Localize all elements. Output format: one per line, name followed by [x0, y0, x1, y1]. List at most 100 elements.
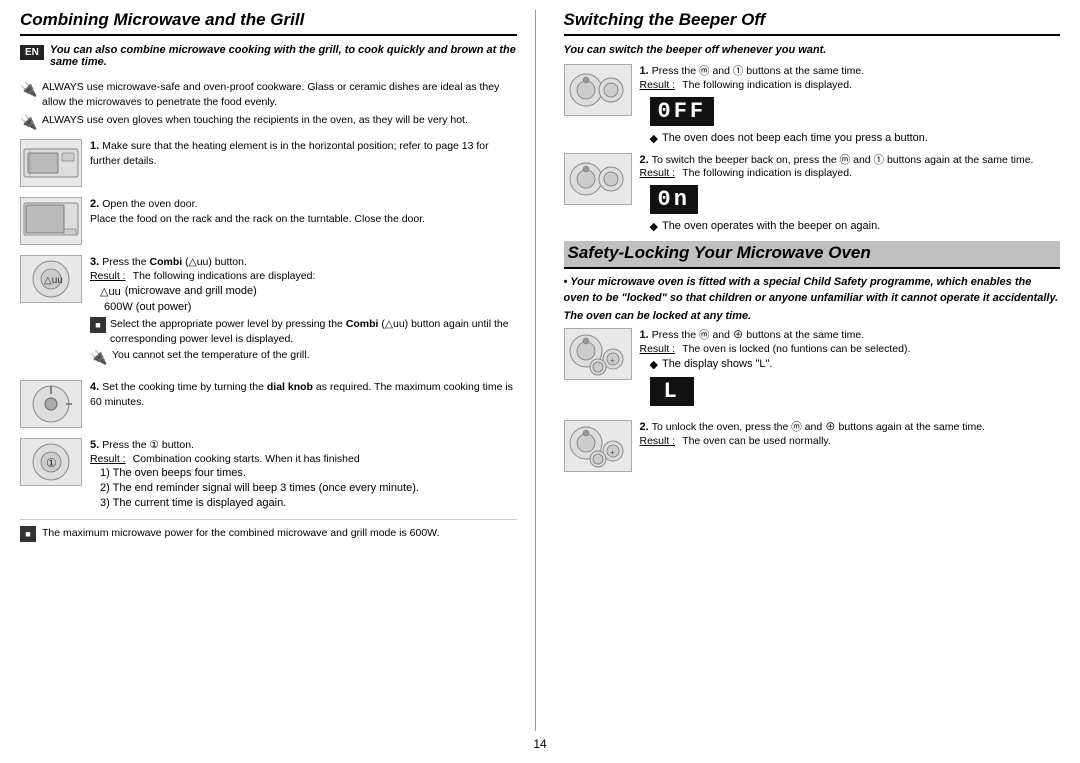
- note-2-text: ALWAYS use oven gloves when touching the…: [42, 113, 468, 128]
- step-5-result-text: Combination cooking starts. When it has …: [133, 453, 360, 465]
- step-1-content: 1. Make sure that the heating element is…: [90, 139, 517, 168]
- beeper-step-1-result-label: Result :: [640, 79, 676, 91]
- step-4-num: 4.: [90, 381, 99, 393]
- step-1-num: 1.: [90, 140, 99, 152]
- step-4-content: 4. Set the cooking time by turning the d…: [90, 380, 517, 409]
- step-5-list-1: 1) The oven beeps four times.: [100, 467, 517, 479]
- beeper-step-1-result-text: The following indication is displayed.: [682, 79, 852, 91]
- svg-text:+: +: [610, 356, 615, 365]
- step-3-num: 3.: [90, 256, 99, 268]
- note-1-text: ALWAYS use microwave-safe and oven-proof…: [42, 80, 517, 109]
- page-number: 14: [20, 731, 1060, 753]
- beeper-step-row-1: 1. Press the ⓜ and ① buttons at the same…: [564, 64, 1061, 145]
- cassette-icon-2: 🔌: [20, 114, 38, 131]
- left-intro: You can also combine microwave cooking w…: [50, 44, 517, 68]
- note-1: 🔌 ALWAYS use microwave-safe and oven-pro…: [20, 80, 517, 109]
- safety-step-2-content: 2. To unlock the oven, press the ⓜ and ⊕…: [640, 420, 1061, 447]
- beeper-step-img-1: [564, 64, 632, 116]
- step-img-2: [20, 197, 82, 245]
- right-intro: You can switch the beeper off whenever y…: [564, 44, 1061, 56]
- step-row-1: 1. Make sure that the heating element is…: [20, 139, 517, 187]
- note-2: 🔌 ALWAYS use oven gloves when touching t…: [20, 113, 517, 131]
- svg-text:+: +: [610, 448, 615, 457]
- left-column: Combining Microwave and the Grill EN You…: [20, 10, 536, 731]
- safety-step-img-2: +: [564, 420, 632, 472]
- safety-step-img-1: +: [564, 328, 632, 380]
- step-3-note2: 🔌 You cannot set the temperature of the …: [90, 348, 517, 366]
- step-2-num: 2.: [90, 198, 99, 210]
- safety-sub: The oven can be locked at any time.: [564, 310, 1061, 322]
- step-row-3: △uu 3. Press the Combi (△uu) button. Res…: [20, 255, 517, 370]
- step-5-text: Press the ① button.: [102, 439, 194, 451]
- step-2-content: 2. Open the oven door.Place the food on …: [90, 197, 517, 226]
- safety-step-row-2: + 2. To unlock the oven, press the ⓜ and…: [564, 420, 1061, 472]
- safety-step-1-result-label: Result :: [640, 343, 676, 355]
- step-row-2: 2. Open the oven door.Place the food on …: [20, 197, 517, 245]
- step-4-text: Set the cooking time by turning the dial…: [90, 381, 513, 408]
- beeper-step-2-result-text: The following indication is displayed.: [682, 167, 852, 179]
- beeper-step-2-text: To switch the beeper back on, press the …: [652, 154, 1034, 166]
- beeper-step-row-2: 2. To switch the beeper back on, press t…: [564, 153, 1061, 234]
- step-3-content: 3. Press the Combi (△uu) button. Result …: [90, 255, 517, 370]
- bottom-note-text: The maximum microwave power for the comb…: [42, 526, 439, 541]
- bottom-note: ■ The maximum microwave power for the co…: [20, 519, 517, 542]
- display-l: L: [640, 374, 1061, 409]
- safety-step-1-num: 1.: [640, 329, 649, 341]
- step-3-sub-note: ■ Select the appropriate power level by …: [90, 317, 517, 346]
- step-3-result-text: The following indications are displayed:: [133, 270, 316, 282]
- safety-step-2-text: To unlock the oven, press the ⓜ and ⊕ bu…: [652, 421, 985, 433]
- safety-title: Safety-Locking Your Microwave Oven: [564, 241, 1061, 269]
- safety-step-1-content: 1. Press the ⓜ and ⊕ buttons at the same…: [640, 328, 1061, 412]
- beeper-step-1-text: Press the ⓜ and ① buttons at the same ti…: [652, 65, 864, 77]
- safety-step-1-result-text: The oven is locked (no funtions can be s…: [682, 343, 910, 355]
- safety-bullet-1: ◆ The display shows "L".: [650, 358, 1061, 371]
- safety-step-2-result-label: Result :: [640, 435, 676, 447]
- page: Combining Microwave and the Grill EN You…: [0, 0, 1080, 763]
- beeper-step-2-result-label: Result :: [640, 167, 676, 179]
- beeper-step-2-num: 2.: [640, 154, 649, 166]
- step-5-list-2: 2) The end reminder signal will beep 3 t…: [100, 482, 517, 494]
- step-5-content: 5. Press the ① button. Result : Combinat…: [90, 438, 517, 509]
- beeper-section: Switching the Beeper Off You can switch …: [564, 10, 1061, 233]
- right-title: Switching the Beeper Off: [564, 10, 1061, 36]
- step-row-5: ① 5. Press the ① button. Result : Combin…: [20, 438, 517, 509]
- beeper-bullet-1: ◆ The oven does not beep each time you p…: [650, 132, 1061, 145]
- steps-area: 1. Make sure that the heating element is…: [20, 139, 517, 509]
- step-row-4: 4. Set the cooking time by turning the d…: [20, 380, 517, 428]
- beeper-bullet-2: ◆ The oven operates with the beeper on a…: [650, 220, 1061, 233]
- step-3-text: Press the Combi (△uu) button.: [102, 256, 247, 268]
- safety-step-2-result-text: The oven can be used normally.: [682, 435, 831, 447]
- step-5-num: 5.: [90, 439, 99, 451]
- step-img-4: [20, 380, 82, 428]
- en-badge: EN: [20, 45, 44, 60]
- beeper-step-img-2: [564, 153, 632, 205]
- step-img-3: △uu: [20, 255, 82, 303]
- beeper-step-1-num: 1.: [640, 65, 649, 77]
- bottom-note-icon: ■: [20, 526, 36, 542]
- display-on: 0n: [640, 182, 1061, 217]
- beeper-step-1-content: 1. Press the ⓜ and ① buttons at the same…: [640, 64, 1061, 145]
- safety-step-2-num: 2.: [640, 421, 649, 433]
- safety-step-row-1: + 1. Press the ⓜ and ⊕ buttons at the sa…: [564, 328, 1061, 412]
- cassette-icon-1: 🔌: [20, 81, 38, 98]
- safety-intro: • Your microwave oven is fitted with a s…: [564, 275, 1061, 306]
- left-title: Combining Microwave and the Grill: [20, 10, 517, 36]
- svg-text:①: ①: [46, 456, 57, 470]
- safety-section: Safety-Locking Your Microwave Oven • You…: [564, 241, 1061, 471]
- right-column: Switching the Beeper Off You can switch …: [556, 10, 1061, 731]
- step-1-text: Make sure that the heating element is in…: [90, 140, 489, 167]
- display-off: 0FF: [640, 94, 1061, 129]
- step-2-text: Open the oven door.Place the food on the…: [90, 198, 425, 225]
- sub-note-icon: ■: [90, 317, 106, 333]
- step-5-result-label: Result :: [90, 453, 126, 465]
- step-img-5: ①: [20, 438, 82, 486]
- svg-text:△uu: △uu: [44, 275, 63, 286]
- safety-step-1-text: Press the ⓜ and ⊕ buttons at the same ti…: [652, 329, 864, 341]
- step-img-1: [20, 139, 82, 187]
- step-3-result-label: Result :: [90, 270, 126, 282]
- plug-icon-3: 🔌: [90, 349, 108, 366]
- step-3-bullet-2: 600W (out power): [100, 301, 517, 313]
- beeper-step-2-content: 2. To switch the beeper back on, press t…: [640, 153, 1061, 234]
- step-3-bullet-1: △uu (microwave and grill mode): [100, 285, 517, 298]
- step-5-list-3: 3) The current time is displayed again.: [100, 497, 517, 509]
